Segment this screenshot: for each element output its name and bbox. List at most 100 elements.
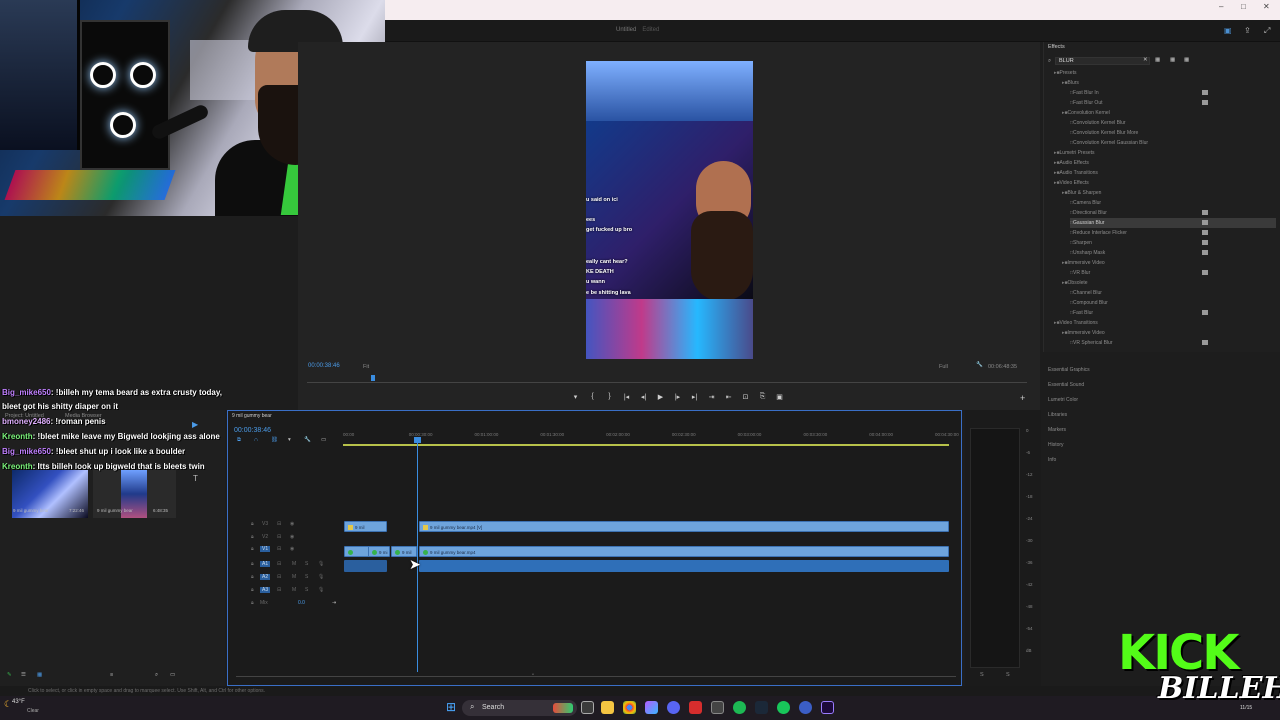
effects-folder[interactable]: Convolution Kernel [1062, 108, 1110, 118]
zoom-handle-icon[interactable]: ◦ [532, 672, 534, 678]
effects-folder[interactable]: Blurs [1062, 78, 1079, 88]
sort-icon[interactable]: ≡ [110, 672, 113, 678]
effects-folder[interactable]: Blur & Sharpen [1062, 188, 1102, 198]
export-frame-button[interactable]: ⊡ [740, 393, 751, 403]
effect-item[interactable]: Compound Blur [1070, 298, 1108, 308]
mix-volume[interactable]: 0.0 [298, 600, 305, 606]
lock-icon[interactable]: 🔒︎ [251, 521, 254, 527]
extract-button[interactable]: ⇤ [723, 393, 734, 403]
effects-folder[interactable]: Video Effects [1054, 178, 1089, 188]
share-icon[interactable]: ⇪ [1244, 26, 1251, 35]
effects-folder[interactable]: Immersive Video [1062, 328, 1105, 338]
maximize-button[interactable]: □ [1241, 2, 1246, 11]
step-forward-button[interactable]: |▸ [672, 393, 683, 403]
minimize-button[interactable]: – [1219, 2, 1223, 11]
effect-item[interactable]: Fast Blur In [1070, 88, 1099, 98]
timeline-clip-v3[interactable]: 9 mil gummy bear.mp4 [V] [419, 521, 949, 532]
eye-icon[interactable]: ◉ [290, 521, 294, 527]
eye-icon[interactable]: ◉ [290, 546, 294, 552]
app-red-icon[interactable] [689, 701, 702, 714]
list-view-icon[interactable]: ☰ [21, 672, 26, 678]
timeline-playhead[interactable] [417, 438, 418, 672]
premiere-pro-icon[interactable] [821, 701, 834, 714]
effects-search-input[interactable]: BLUR [1055, 57, 1150, 65]
effect-item[interactable]: Reduce Interlace Flicker [1070, 228, 1127, 238]
effect-item[interactable]: VR Blur [1070, 268, 1090, 278]
app-green-icon[interactable] [777, 701, 790, 714]
libraries-tab[interactable]: Libraries [1048, 412, 1067, 418]
effects-folder[interactable]: Lumetri Presets [1054, 148, 1095, 158]
mix-end-icon[interactable]: ⇥ [332, 600, 336, 606]
solo-icon[interactable]: S [305, 587, 308, 593]
app-x-icon[interactable] [711, 701, 724, 714]
mute-icon[interactable]: M [292, 574, 296, 580]
steam-icon[interactable] [755, 701, 768, 714]
accelerated-effects-icon[interactable]: ▦ [1155, 57, 1160, 63]
effects-folder[interactable]: Video Transitions [1054, 318, 1098, 328]
effect-item[interactable]: Convolution Kernel Gaussian Blur [1070, 138, 1148, 148]
workspaces-icon[interactable]: ▣ [1224, 26, 1232, 35]
lock-icon[interactable]: 🔒︎ [251, 546, 254, 552]
solo-icon[interactable]: S [305, 561, 308, 567]
capcut-icon[interactable] [645, 701, 658, 714]
sync-lock-icon[interactable]: ⊟ [277, 546, 281, 552]
chrome-icon[interactable] [623, 701, 636, 714]
timeline-clip-v3[interactable]: 9 mil [344, 521, 387, 532]
yuv-effects-icon[interactable]: ▦ [1184, 57, 1189, 63]
effect-item[interactable]: Convolution Kernel Blur [1070, 118, 1126, 128]
effect-item[interactable]: Camera Blur [1070, 198, 1101, 208]
resolution-select[interactable]: Full [939, 364, 948, 370]
work-area-bar[interactable] [343, 444, 949, 446]
selection-tool-icon[interactable]: ▶ [192, 420, 198, 429]
sync-lock-icon[interactable]: ⊟ [277, 534, 281, 540]
sequence-tab[interactable]: 9 mil gummy bear [232, 413, 272, 419]
effects-folder[interactable]: Immersive Video [1062, 258, 1105, 268]
find-icon[interactable]: ⌕ [155, 672, 158, 679]
lift-button[interactable]: ⇥ [706, 393, 717, 403]
comparison-view-button[interactable]: ⎘ [757, 393, 768, 403]
lock-icon[interactable]: 🔒︎ [251, 587, 254, 593]
effects-folder[interactable]: Presets [1054, 68, 1077, 78]
clear-search-icon[interactable]: ✕ [1143, 57, 1148, 63]
program-playhead[interactable] [371, 375, 375, 381]
new-item-icon[interactable]: ▭ [170, 672, 175, 678]
history-tab[interactable]: History [1048, 442, 1064, 448]
essential-graphics-tab[interactable]: Essential Graphics [1048, 367, 1090, 373]
lock-icon[interactable]: 🔒︎ [251, 534, 254, 540]
timeline-clip-v1[interactable]: 9 mi [368, 546, 390, 557]
microphone-icon[interactable]: 🎙︎ [318, 561, 324, 567]
sync-lock-icon[interactable]: ⊟ [277, 574, 281, 580]
go-to-out-button[interactable]: ▸| [689, 393, 700, 403]
playhead-handle[interactable] [414, 437, 421, 443]
safe-margins-button[interactable]: ▣ [774, 393, 785, 403]
solo-right-button[interactable]: S [1006, 672, 1010, 678]
file-explorer-icon[interactable] [601, 701, 614, 714]
sync-lock-icon[interactable]: ⊟ [277, 521, 281, 527]
discord-icon[interactable] [667, 701, 680, 714]
weather-temperature[interactable]: 43°F [12, 699, 25, 705]
mark-in-button[interactable]: { [587, 393, 598, 403]
step-back-button[interactable]: ◂| [638, 393, 649, 403]
go-to-in-button[interactable]: |◂ [621, 393, 632, 403]
effects-folder[interactable]: Audio Transitions [1054, 168, 1098, 178]
microphone-icon[interactable]: 🎙︎ [318, 574, 324, 580]
mute-icon[interactable]: M [292, 587, 296, 593]
program-scrub-bar[interactable] [307, 382, 1027, 383]
timeline-timecode[interactable]: 00:00:38:46 [234, 427, 271, 434]
icon-view-icon[interactable]: ▦ [37, 672, 42, 678]
effects-folder[interactable]: Obsolete [1062, 278, 1088, 288]
program-video-frame[interactable]: u said on ici ees get fucked up bro eall… [586, 61, 753, 359]
weather-icon[interactable]: ☾ [4, 699, 12, 710]
program-timecode[interactable]: 00:00:38:46 [308, 363, 340, 369]
microphone-icon[interactable]: 🎙︎ [318, 587, 324, 593]
windows-start-icon[interactable]: ⊞ [446, 701, 456, 713]
effect-item[interactable]: Unsharp Mask [1070, 248, 1105, 258]
lock-icon[interactable]: 🔒︎ [251, 600, 254, 606]
spotify-icon[interactable] [733, 701, 746, 714]
effect-item[interactable]: Directional Blur [1070, 208, 1107, 218]
snap-icon[interactable]: ∩ [254, 437, 258, 443]
sync-lock-icon[interactable]: ⊟ [277, 587, 281, 593]
effect-item[interactable]: Gaussian Blur [1070, 218, 1276, 228]
play-button[interactable]: ▶ [655, 393, 666, 403]
markers-tab[interactable]: Markers [1048, 427, 1066, 433]
